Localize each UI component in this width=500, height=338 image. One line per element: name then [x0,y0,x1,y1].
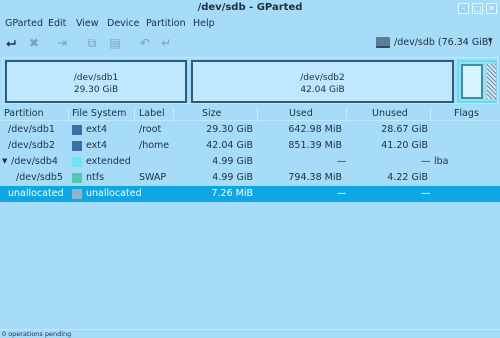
unused-cell: 28.67 GiB [381,124,428,135]
menu-partition[interactable]: Partition [146,18,186,29]
column-separator [257,108,258,121]
fs-color-swatch [72,125,82,135]
table-row-selected[interactable]: unallocated unallocated 7.26 MiB — — [0,186,500,202]
used-cell: 642.98 MiB [288,124,342,135]
column-partition[interactable]: Partition [4,108,44,121]
menu-gparted[interactable]: GParted [5,18,43,29]
new-partition-icon[interactable]: ⮠ [3,35,19,51]
fs-color-swatch [72,157,82,167]
flags-cell: lba [434,156,449,167]
partition-block-sdb5[interactable] [461,64,483,99]
copy-icon[interactable]: ⧉ [84,35,100,51]
fs-color-swatch [72,173,82,183]
minimize-icon[interactable]: – [458,3,469,14]
filesystem-cell: ntfs [86,172,105,183]
used-cell: 851.39 MiB [288,140,342,151]
size-cell: 29.30 GiB [206,124,253,135]
filesystem-cell: ext4 [86,124,108,135]
partition-block-sdb1[interactable]: /dev/sdb1 29.30 GiB [5,60,187,103]
menu-help[interactable]: Help [193,18,215,29]
partition-cell: unallocated [8,188,64,199]
column-separator [173,108,174,121]
apply-icon[interactable]: ↵ [158,35,174,51]
size-cell: 4.99 GiB [212,156,253,167]
expander-icon[interactable]: ▼ [2,157,7,165]
table-row[interactable]: /dev/sdb5 ntfs SWAP 4.99 GiB 794.38 MiB … [0,170,500,186]
column-filesystem[interactable]: File System [72,108,126,121]
fs-color-swatch [72,189,82,199]
status-bar: 0 operations pending [0,329,500,338]
partition-block-unallocated[interactable] [487,64,496,99]
status-text: 0 operations pending [2,330,72,338]
column-unused[interactable]: Unused [372,108,408,121]
partition-block-sdb2[interactable]: /dev/sdb2 42.04 GiB [191,60,454,103]
size-cell: 42.04 GiB [206,140,253,151]
table-row[interactable]: /dev/sdb1 ext4 /root 29.30 GiB 642.98 Mi… [0,122,500,138]
chevron-down-icon: ▾ [488,36,493,46]
menu-edit[interactable]: Edit [48,18,66,29]
column-label[interactable]: Label [139,108,165,121]
partition-map: /dev/sdb1 29.30 GiB /dev/sdb2 42.04 GiB [2,57,498,104]
menu-device[interactable]: Device [107,18,140,29]
filesystem-cell: extended [86,156,131,167]
column-separator [430,108,431,121]
fs-color-swatch [72,141,82,151]
size-cell: 4.99 GiB [212,172,253,183]
partition-cell: /dev/sdb4 [11,156,58,167]
title-bar: /dev/sdb - GParted – □ ✕ [0,0,500,17]
device-selector[interactable]: /dev/sdb (76.34 GiB) ▾ [372,34,498,51]
column-flags[interactable]: Flags [454,108,479,121]
window-title: /dev/sdb - GParted [197,2,303,13]
resize-move-icon[interactable]: ⇥ [54,35,70,51]
partition-cell: /dev/sdb2 [8,140,55,151]
used-cell: 794.38 MiB [288,172,342,183]
close-icon[interactable]: ✕ [486,3,497,14]
toolbar: ⮠ ✖ ⇥ ⧉ ▤ ↶ ↵ /dev/sdb (76.34 GiB) ▾ [0,33,500,53]
column-size[interactable]: Size [202,108,222,121]
menu-bar: GParted Edit View Device Partition Help [0,16,500,32]
partition-block-sdb4[interactable] [457,60,497,103]
partition-block-size: 42.04 GiB [300,85,345,95]
table-header: Partition File System Label Size Used Un… [0,108,500,121]
partition-block-name: /dev/sdb1 [73,73,119,83]
partition-cell: /dev/sdb5 [16,172,63,183]
size-cell: 7.26 MiB [211,188,253,199]
column-separator [68,108,69,121]
filesystem-cell: ext4 [86,140,108,151]
column-separator [134,108,135,121]
undo-icon[interactable]: ↶ [137,35,153,51]
partition-cell: /dev/sdb1 [8,124,55,135]
used-cell: — [337,156,347,167]
delete-icon[interactable]: ✖ [26,35,42,51]
disk-icon [376,37,390,48]
unused-cell: — [421,188,431,199]
used-cell: — [337,188,347,199]
label-cell: /home [139,140,170,151]
partition-block-size: 29.30 GiB [73,85,119,95]
maximize-icon[interactable]: □ [472,3,483,14]
label-cell: SWAP [139,172,167,183]
paste-icon[interactable]: ▤ [107,35,123,51]
unused-cell: — [421,156,431,167]
column-used[interactable]: Used [289,108,313,121]
menu-view[interactable]: View [76,18,99,29]
table-row[interactable]: ▼ /dev/sdb4 extended 4.99 GiB — — lba [0,154,500,170]
unused-cell: 4.22 GiB [387,172,428,183]
label-cell: /root [139,124,162,135]
column-separator [346,108,347,121]
table-row[interactable]: /dev/sdb2 ext4 /home 42.04 GiB 851.39 Mi… [0,138,500,154]
device-label: /dev/sdb (76.34 GiB) [394,37,493,48]
filesystem-cell: unallocated [86,188,142,199]
unused-cell: 41.20 GiB [381,140,428,151]
partition-block-name: /dev/sdb2 [300,73,345,83]
